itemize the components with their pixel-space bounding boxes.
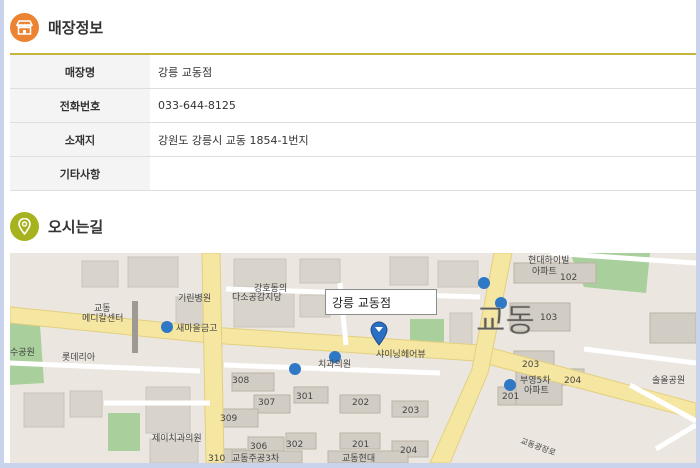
- store-page: 매장정보 매장명 강릉 교동점 전화번호 033-644-8125 소재지 강원…: [4, 0, 696, 463]
- address-value: 강원도 강릉시 교동 1854-1번지: [150, 122, 696, 157]
- map-label: 현대하이빌: [528, 255, 569, 266]
- table-row: 전화번호 033-644-8125: [10, 88, 696, 123]
- map-label: 새마을금고: [176, 323, 217, 334]
- store-icon: [10, 13, 39, 42]
- district-label: 교동: [476, 301, 535, 339]
- map-label: 204: [564, 376, 581, 386]
- map-label: 203: [402, 406, 419, 416]
- map-label: 롯데리아: [62, 352, 96, 363]
- map-label: 204: [400, 446, 417, 456]
- map-label: 교동현대: [342, 453, 375, 463]
- map-label: 201: [352, 440, 369, 450]
- map-label: 203: [522, 360, 539, 370]
- directions-header: 오시는길: [10, 212, 103, 241]
- map-label: 308: [232, 376, 249, 386]
- directions-title: 오시는길: [48, 218, 104, 236]
- map-label: 202: [352, 398, 369, 408]
- map-label: 교동: [94, 303, 111, 314]
- map-label: 메디칼센터: [82, 313, 123, 324]
- address-label: 소재지: [10, 122, 150, 157]
- map-label: 301: [296, 392, 313, 402]
- map-label: 306: [250, 442, 267, 452]
- map-label: 치과의원: [318, 358, 351, 370]
- map-label: 201: [502, 392, 519, 402]
- store-info-title: 매장정보: [48, 19, 104, 37]
- map-label: 아파트: [524, 385, 549, 396]
- map-label: 제이치과의원: [152, 432, 202, 444]
- etc-value: [150, 156, 696, 191]
- map-label: 아파트: [532, 266, 557, 277]
- etc-label: 기타사항: [10, 156, 150, 191]
- map-label: 교동주공3차: [232, 452, 280, 463]
- store-info-table: 매장명 강릉 교동점 전화번호 033-644-8125 소재지 강원도 강릉시…: [10, 53, 696, 191]
- map-label: 부영5차: [520, 374, 551, 386]
- map-label: 103: [540, 313, 557, 323]
- map-label: 기린병원: [178, 293, 211, 304]
- store-info-header: 매장정보: [10, 13, 103, 42]
- table-row: 기타사항: [10, 156, 696, 191]
- map-label: 샤이닝헤어뷰: [376, 348, 426, 360]
- map-label: 솔올공원: [652, 375, 685, 386]
- table-row: 매장명 강릉 교동점: [10, 55, 696, 89]
- store-name-label: 매장명: [10, 55, 150, 89]
- map-label: 302: [286, 440, 303, 450]
- phone-value: 033-644-8125: [150, 88, 696, 123]
- location-pin-icon: [10, 212, 39, 241]
- map-label: 309: [220, 414, 237, 424]
- store-name-value: 강릉 교동점: [150, 55, 696, 89]
- marker-infobox: 강릉 교동점: [325, 289, 437, 315]
- map-label: 수공원: [10, 347, 35, 358]
- map-label: 102: [560, 273, 577, 283]
- map-label: 307: [258, 398, 275, 408]
- map-view[interactable]: 현대하이빌 아파트 102 103 203 204 부영5차 아파트 201 솔…: [10, 253, 696, 463]
- table-row: 소재지 강원도 강릉시 교동 1854-1번지: [10, 122, 696, 157]
- map-label: 310: [208, 454, 225, 463]
- phone-label: 전화번호: [10, 88, 150, 123]
- map-label: 다소공감지당: [232, 291, 282, 303]
